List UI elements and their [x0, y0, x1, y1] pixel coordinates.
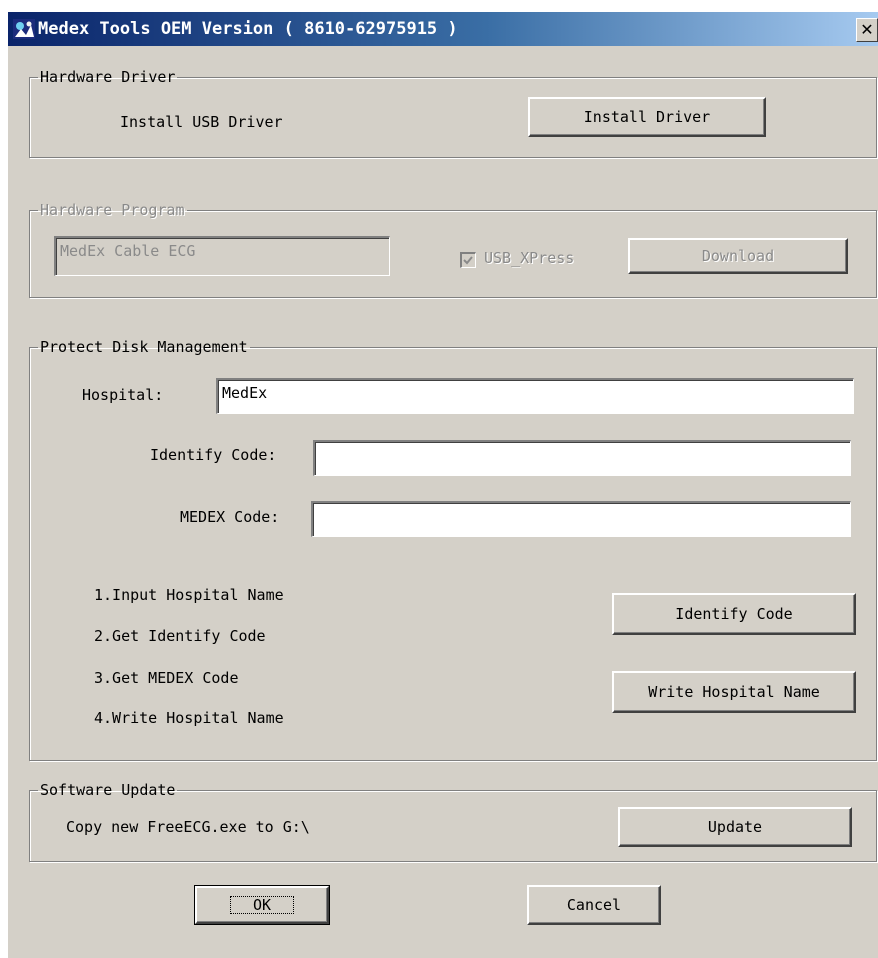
dialog-client-area: Hardware Driver Install USB Driver Insta…: [8, 46, 878, 958]
update-button-label: Update: [707, 818, 763, 836]
window-title: Medex Tools OEM Version ( 8610-62975915 …: [38, 19, 458, 39]
close-button[interactable]: ✕: [856, 18, 878, 42]
title-bar[interactable]: Medex Tools OEM Version ( 8610-62975915 …: [8, 12, 878, 46]
update-button[interactable]: Update: [618, 807, 852, 847]
identify-code-label: Identify Code:: [150, 446, 277, 464]
cancel-button-label: Cancel: [566, 896, 622, 914]
usb-xpress-checkbox: [460, 252, 476, 268]
close-icon: ✕: [860, 20, 874, 39]
install-usb-driver-label: Install USB Driver: [120, 113, 283, 131]
write-hospital-name-button-label: Write Hospital Name: [648, 683, 820, 701]
medex-code-label: MEDEX Code:: [180, 508, 280, 526]
hardware-program-legend: Hardware Program: [40, 201, 185, 219]
download-button: Download: [628, 238, 848, 274]
write-hospital-name-button[interactable]: Write Hospital Name: [612, 671, 856, 713]
hardware-driver-legend: Hardware Driver: [40, 68, 176, 86]
software-update-legend: Software Update: [40, 781, 176, 799]
ok-button[interactable]: OK: [194, 885, 330, 925]
hospital-label: Hospital:: [82, 386, 164, 404]
medex-code-input[interactable]: [311, 501, 851, 537]
step-4-text: 4.Write Hospital Name: [94, 709, 284, 727]
step-2-text: 2.Get Identify Code: [94, 627, 266, 645]
checkmark-icon: [463, 256, 473, 265]
identify-code-input[interactable]: [313, 440, 851, 476]
cancel-button[interactable]: Cancel: [527, 885, 661, 925]
identify-code-button-label: Identify Code: [675, 605, 793, 623]
dialog-window: Medex Tools OEM Version ( 8610-62975915 …: [0, 0, 878, 958]
step-3-text: 3.Get MEDEX Code: [94, 669, 239, 687]
protect-disk-legend: Protect Disk Management: [40, 338, 248, 356]
install-driver-button[interactable]: Install Driver: [528, 97, 766, 137]
install-driver-button-label: Install Driver: [583, 108, 711, 126]
hospital-input[interactable]: MedEx: [216, 378, 854, 414]
software-update-label: Copy new FreeECG.exe to G:\: [66, 818, 310, 836]
hardware-program-device-field: MedEx Cable ECG: [54, 236, 390, 276]
app-icon: [13, 19, 35, 39]
ok-button-label: OK: [229, 896, 295, 914]
identify-code-button[interactable]: Identify Code: [612, 593, 856, 635]
download-button-label: Download: [701, 247, 775, 265]
usb-xpress-label: USB_XPress: [484, 249, 575, 267]
step-1-text: 1.Input Hospital Name: [94, 586, 284, 604]
